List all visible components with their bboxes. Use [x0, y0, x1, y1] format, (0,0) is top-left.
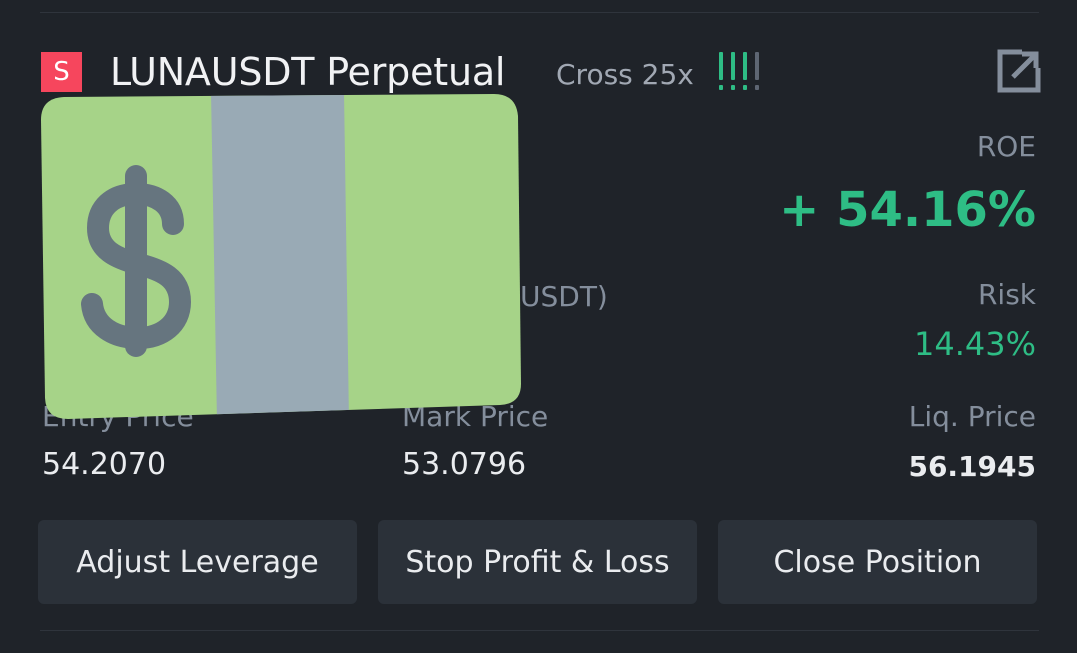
risk-value: 14.43% — [913, 325, 1036, 363]
stop-profit-loss-button[interactable]: Stop Profit & Loss — [378, 520, 697, 604]
signal-strength-indicator — [719, 52, 767, 92]
risk-label: Risk — [977, 278, 1036, 311]
margin-mode-label[interactable]: Cross 25x — [556, 58, 694, 91]
strength-bar — [743, 52, 747, 90]
entry-price-value: 54.2070 — [42, 447, 167, 482]
liq-price-value: 56.1945 — [908, 450, 1036, 483]
close-position-button[interactable]: Close Position — [718, 520, 1037, 604]
bottom-divider — [40, 630, 1039, 631]
size-label: USDT) — [520, 280, 608, 313]
mark-price-value: 53.0796 — [402, 447, 527, 482]
contract-symbol[interactable]: LUNAUSDT Perpetual — [110, 50, 505, 94]
strength-bar — [731, 52, 735, 90]
adjust-leverage-button[interactable]: Adjust Leverage — [38, 520, 357, 604]
roe-label: ROE — [976, 130, 1036, 163]
action-bar: Adjust Leverage Stop Profit & Loss Close… — [38, 520, 1037, 604]
roe-value: + 54.16% — [779, 182, 1036, 238]
share-button[interactable] — [996, 48, 1042, 94]
dollar-banknote-icon — [41, 94, 521, 419]
position-side-badge: S — [41, 52, 82, 92]
strength-bar — [755, 52, 759, 90]
top-divider — [40, 12, 1039, 13]
strength-bar — [719, 52, 723, 90]
liq-price-label: Liq. Price — [908, 400, 1036, 433]
external-share-icon — [997, 49, 1041, 93]
